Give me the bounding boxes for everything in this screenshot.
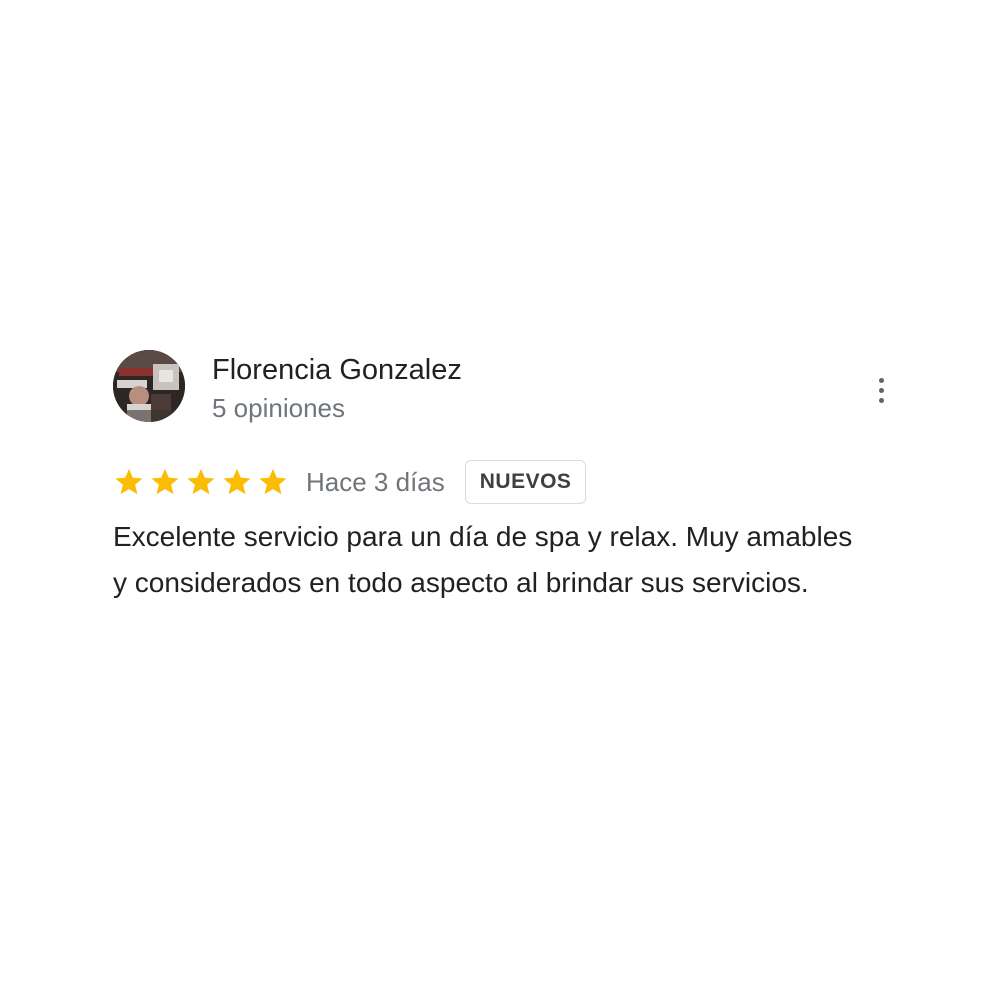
star-rating <box>113 466 289 498</box>
avatar-photo <box>113 350 185 422</box>
author-name[interactable]: Florencia Gonzalez <box>212 352 462 388</box>
more-vert-icon <box>878 377 884 383</box>
more-vert-icon-dot <box>878 397 884 403</box>
author-avatar[interactable] <box>113 350 185 422</box>
star-icon <box>151 468 179 495</box>
more-vert-icon-dot <box>878 387 884 393</box>
new-badge: NUEVOS <box>464 460 587 504</box>
author-review-count[interactable]: 5 opiniones <box>212 392 345 424</box>
star-icon <box>223 468 251 495</box>
review-date: Hace 3 días <box>306 466 445 497</box>
rating-row: Hace 3 días NUEVOS <box>113 458 587 506</box>
star-icon <box>259 468 287 495</box>
star-icon <box>115 468 143 495</box>
star-icon <box>187 468 215 495</box>
more-options-button[interactable] <box>869 370 893 410</box>
review-text: Excelente servicio para un día de spa y … <box>113 521 853 598</box>
